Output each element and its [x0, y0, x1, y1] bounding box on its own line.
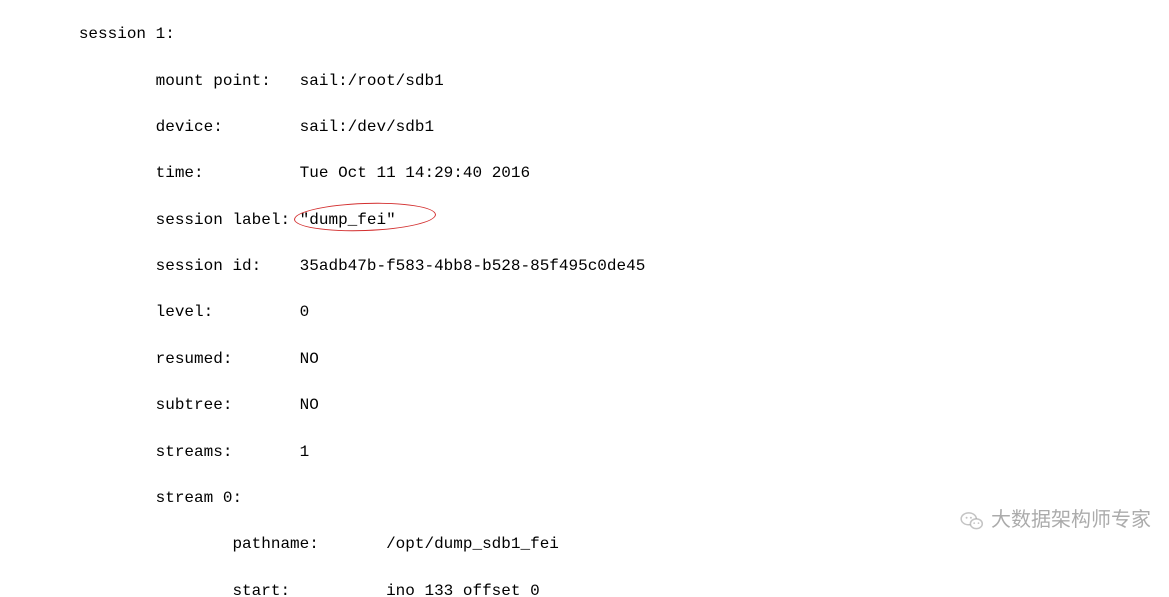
pathname-row: pathname: /opt/dump_sdb1_fei: [2, 533, 1167, 556]
resumed-value: NO: [300, 350, 319, 368]
start-row: start: ino 133 offset 0: [2, 580, 1167, 597]
device-value: sail:/dev/sdb1: [300, 118, 434, 136]
start-value: ino 133 offset 0: [386, 582, 540, 597]
level-label: level:: [156, 303, 300, 321]
streams-row: streams: 1: [2, 441, 1167, 464]
subtree-label: subtree:: [156, 396, 300, 414]
pathname-label: pathname:: [232, 535, 386, 553]
mount-point-label: mount point:: [156, 72, 300, 90]
device-row: device: sail:/dev/sdb1: [2, 116, 1167, 139]
session-id-value: 35adb47b-f583-4bb8-b528-85f495c0de45: [300, 257, 646, 275]
mount-point-value: sail:/root/sdb1: [300, 72, 444, 90]
resumed-label: resumed:: [156, 350, 300, 368]
mount-point-row: mount point: sail:/root/sdb1: [2, 70, 1167, 93]
level-value: 0: [300, 303, 310, 321]
stream-header-row: stream 0:: [2, 487, 1167, 510]
resumed-row: resumed: NO: [2, 348, 1167, 371]
time-label: time:: [156, 164, 300, 182]
stream-header-label: stream 0:: [156, 489, 242, 507]
device-label: device:: [156, 118, 300, 136]
subtree-value: NO: [300, 396, 319, 414]
session-label-row: session label: "dump_fei": [2, 209, 1167, 232]
session-label-label: session label:: [156, 211, 300, 229]
terminal-output: session 1: mount point: sail:/root/sdb1 …: [0, 0, 1169, 597]
pathname-value: /opt/dump_sdb1_fei: [386, 535, 559, 553]
session-header: session 1:: [2, 23, 1167, 46]
streams-value: 1: [300, 443, 310, 461]
session-id-label: session id:: [156, 257, 300, 275]
session-label-value: "dump_fei": [300, 211, 396, 229]
start-label: start:: [232, 582, 386, 597]
streams-label: streams:: [156, 443, 300, 461]
subtree-row: subtree: NO: [2, 394, 1167, 417]
session-id-row: session id: 35adb47b-f583-4bb8-b528-85f4…: [2, 255, 1167, 278]
time-row: time: Tue Oct 11 14:29:40 2016: [2, 162, 1167, 185]
time-value: Tue Oct 11 14:29:40 2016: [300, 164, 530, 182]
level-row: level: 0: [2, 301, 1167, 324]
